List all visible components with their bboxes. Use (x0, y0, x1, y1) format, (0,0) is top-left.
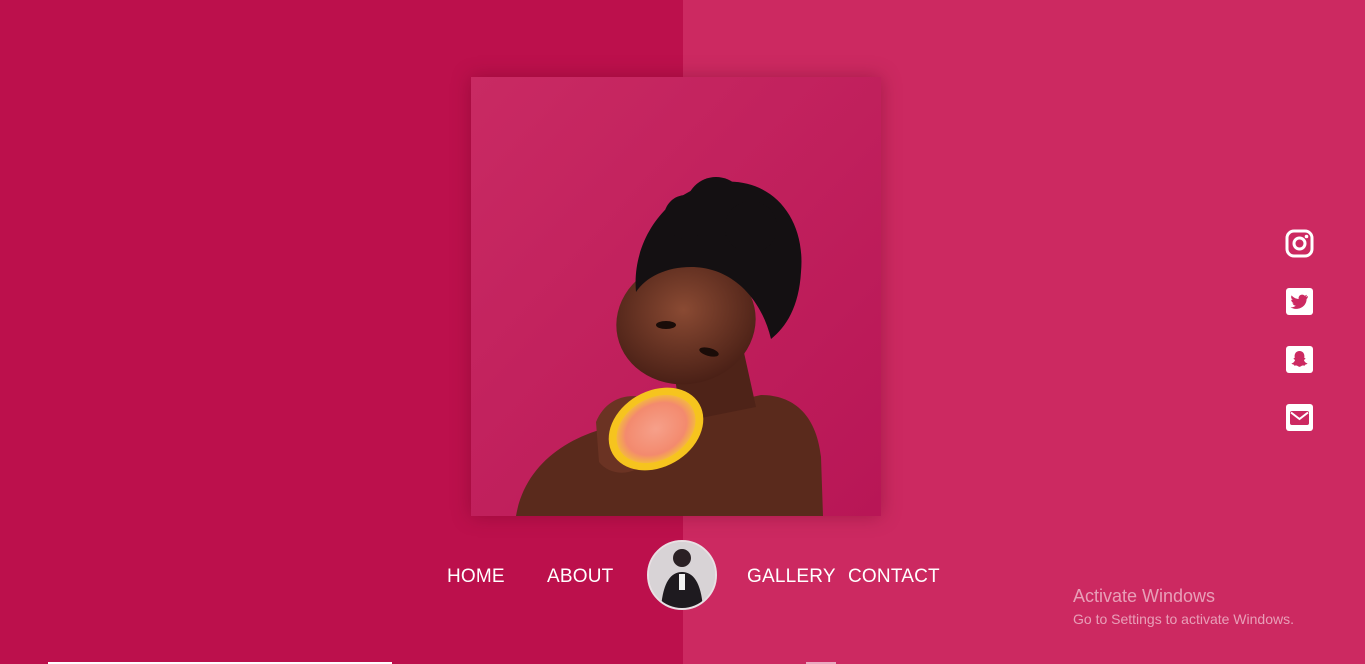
social-links (1285, 229, 1315, 461)
instagram-icon[interactable] (1285, 229, 1314, 258)
windows-activation-watermark: Activate Windows Go to Settings to activ… (1073, 586, 1294, 627)
mail-icon[interactable] (1285, 403, 1314, 432)
watermark-title: Activate Windows (1073, 586, 1216, 606)
nav-about-link[interactable]: ABOUT (547, 566, 613, 588)
twitter-icon[interactable] (1285, 287, 1314, 316)
nav-home-link[interactable]: HOME (447, 566, 505, 588)
snapchat-icon[interactable] (1285, 345, 1314, 374)
nav-gallery-link[interactable]: GALLERY (747, 566, 836, 588)
profile-avatar[interactable] (647, 540, 717, 610)
nav-contact-link[interactable]: CONTACT (848, 566, 940, 588)
hero-photo (471, 77, 881, 516)
watermark-subtitle: Go to Settings to activate Windows. (1073, 611, 1294, 627)
